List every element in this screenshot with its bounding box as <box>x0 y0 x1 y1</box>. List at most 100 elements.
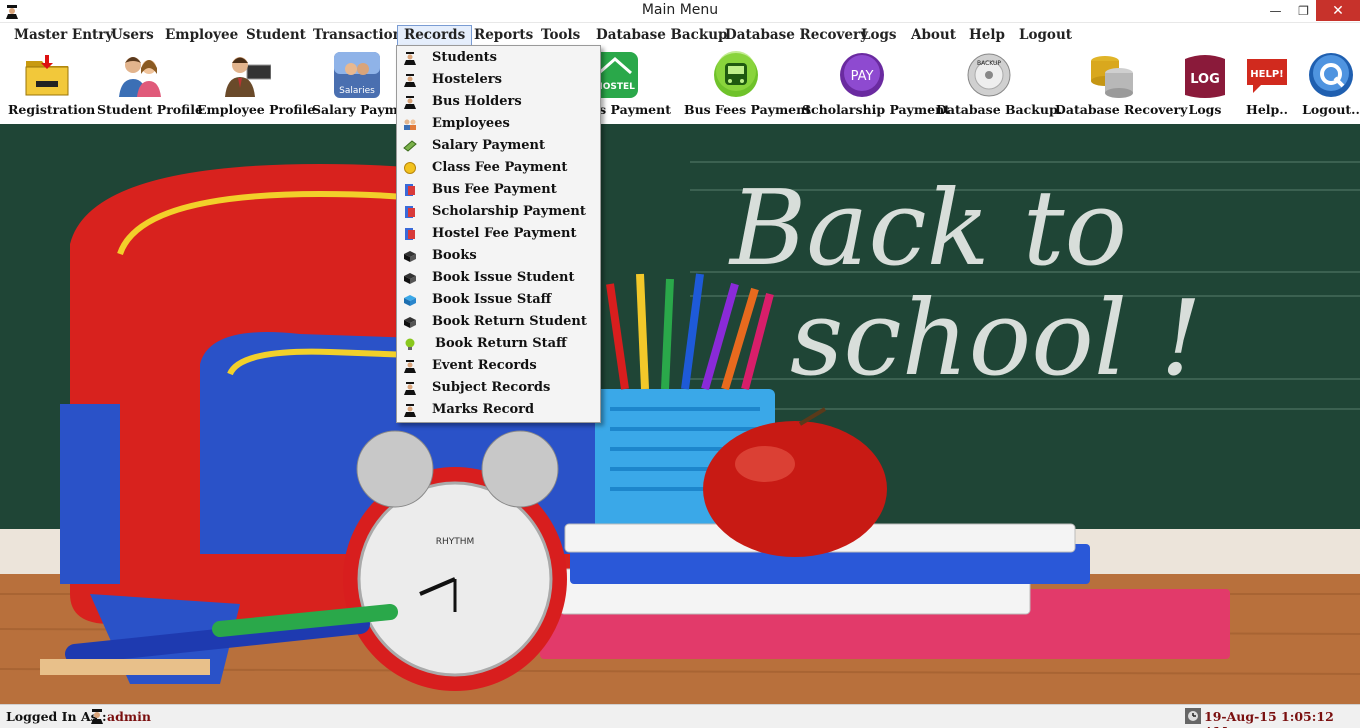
title-bar: Main Menu — ❐ ✕ <box>0 0 1360 23</box>
employee-profile-button[interactable]: Employee Profile <box>197 47 316 124</box>
scholarship-payment-label: Scholarship Payment <box>802 102 950 117</box>
menu-student[interactable]: Student <box>246 25 306 46</box>
form-icon <box>405 184 415 196</box>
salaries-icon-text: Salaries <box>339 86 375 96</box>
graduate-icon <box>404 52 416 65</box>
records-item-scholarship-payment[interactable]: Scholarship Payment <box>397 201 600 223</box>
records-item-label: Event Records <box>432 358 537 373</box>
bus-fees-payment-button[interactable]: Bus Fees Payment <box>684 47 811 124</box>
back-to-school-illustration: Back to school ! RHYTHM <box>0 124 1360 704</box>
menu-users[interactable]: Users <box>111 25 154 46</box>
records-item-event-records[interactable]: Event Records <box>397 355 600 377</box>
records-item-book-issue-staff[interactable]: Book Issue Staff <box>397 289 600 311</box>
scholarship-payment-button[interactable]: PAY Scholarship Payment <box>802 47 950 124</box>
records-item-book-return-student[interactable]: Book Return Student <box>397 311 600 333</box>
records-item-label: Book Return Staff <box>435 336 567 351</box>
menu-help[interactable]: Help <box>969 25 1005 46</box>
records-item-label: Scholarship Payment <box>432 204 586 219</box>
maximize-button[interactable]: ❐ <box>1290 0 1317 21</box>
employee-profile-icon <box>225 57 271 97</box>
logout-button[interactable]: Logout.. <box>1302 47 1360 124</box>
logout-label: Logout.. <box>1302 102 1360 117</box>
status-bar: Logged In As : admin 19-Aug-15 1:05:12 A… <box>0 704 1360 728</box>
menu-logout[interactable]: Logout <box>1019 25 1072 46</box>
coin-icon <box>404 162 416 174</box>
menu-reports[interactable]: Reports <box>474 25 533 46</box>
graduate-icon <box>404 404 416 417</box>
employee-profile-label: Employee Profile <box>197 102 316 117</box>
records-item-label: Class Fee Payment <box>432 160 568 175</box>
database-recovery-button[interactable]: Database Recovery <box>1055 47 1188 124</box>
help-icon: HELP! <box>1247 59 1287 93</box>
menu-master-entry[interactable]: Master Entry <box>14 25 113 46</box>
window-title: Main Menu <box>641 2 719 18</box>
records-item-book-return-staff[interactable]: Book Return Staff <box>397 333 600 355</box>
student-profile-label: Student Profile <box>97 102 203 117</box>
records-item-hostel-fee-payment[interactable]: Hostel Fee Payment <box>397 223 600 245</box>
registration-folder-icon <box>25 55 69 96</box>
clock-brand-text: RHYTHM <box>436 537 475 547</box>
menu-logs[interactable]: Logs <box>861 25 897 46</box>
logged-in-username: admin <box>107 709 151 724</box>
menu-database-recovery[interactable]: Database Recovery <box>725 25 868 46</box>
pay-icon: PAY <box>840 53 884 97</box>
user-graduate-icon <box>91 709 103 724</box>
logs-button[interactable]: LOG Logs <box>1177 47 1233 124</box>
graduate-icon <box>404 96 416 109</box>
records-item-books[interactable]: Books <box>397 245 600 267</box>
registration-button[interactable]: Registration <box>8 47 96 124</box>
log-icon-text: LOG <box>1190 72 1220 87</box>
records-item-bus-holders[interactable]: Bus Holders <box>397 91 600 113</box>
graduate-icon <box>404 74 416 87</box>
money-icon <box>403 140 417 152</box>
student-profile-button[interactable]: Student Profile <box>97 47 203 124</box>
form-icon <box>405 206 415 218</box>
records-dropdown-menu: Students Hostelers Bus Holders Employees… <box>396 45 601 423</box>
menu-tools[interactable]: Tools <box>541 25 580 46</box>
salary-payment-label: Salary Payment <box>312 102 421 117</box>
records-item-label: Hostelers <box>432 72 502 87</box>
menu-about[interactable]: About <box>911 25 956 46</box>
alarm-clock: RHYTHM <box>343 430 567 691</box>
records-item-label: Employees <box>432 116 510 131</box>
menu-database-backup[interactable]: Database Backup <box>596 25 728 46</box>
logs-label: Logs <box>1188 102 1222 117</box>
menu-employee[interactable]: Employee <box>165 25 238 46</box>
pay-icon-text: PAY <box>851 69 874 84</box>
salary-payment-button[interactable]: Salaries Salary Payment <box>312 47 421 124</box>
records-item-label: Bus Holders <box>432 94 522 109</box>
book-icon <box>404 251 416 262</box>
records-item-students[interactable]: Students <box>397 47 600 69</box>
database-backup-button[interactable]: BACKUP Database Backup. <box>936 47 1063 124</box>
minimize-button[interactable]: — <box>1262 0 1289 21</box>
records-item-label: Book Return Student <box>432 314 587 329</box>
salaries-icon: Salaries <box>334 52 380 98</box>
records-item-label: Books <box>432 248 477 263</box>
chalk-text-school: school ! <box>790 277 1202 399</box>
records-item-book-issue-student[interactable]: Book Issue Student <box>397 267 600 289</box>
records-item-label: Hostel Fee Payment <box>432 226 577 241</box>
bulb-icon <box>405 338 415 350</box>
bus-icon <box>714 51 758 97</box>
database-backup-label: Database Backup. <box>936 102 1063 117</box>
logout-icon <box>1309 53 1353 97</box>
people-icon <box>404 119 416 130</box>
close-button[interactable]: ✕ <box>1316 0 1360 21</box>
records-item-class-fee-payment[interactable]: Class Fee Payment <box>397 157 600 179</box>
records-item-subject-records[interactable]: Subject Records <box>397 377 600 399</box>
records-item-marks-record[interactable]: Marks Record <box>397 399 600 421</box>
records-item-label: Salary Payment <box>432 138 545 153</box>
help-button[interactable]: HELP! Help.. <box>1241 47 1293 124</box>
menu-records[interactable]: Records <box>397 25 473 46</box>
records-item-salary-payment[interactable]: Salary Payment <box>397 135 600 157</box>
records-item-label: Subject Records <box>432 380 551 395</box>
registration-label: Registration <box>8 102 96 117</box>
records-item-label: Book Issue Student <box>432 270 575 285</box>
menu-transaction[interactable]: Transaction <box>313 25 403 46</box>
records-item-hostelers[interactable]: Hostelers <box>397 69 600 91</box>
records-item-employees[interactable]: Employees <box>397 113 600 135</box>
database-recovery-label: Database Recovery <box>1055 102 1188 117</box>
graduate-icon <box>404 382 416 395</box>
records-item-bus-fee-payment[interactable]: Bus Fee Payment <box>397 179 600 201</box>
status-datetime: 19-Aug-15 1:05:12 AM <box>1204 709 1334 728</box>
